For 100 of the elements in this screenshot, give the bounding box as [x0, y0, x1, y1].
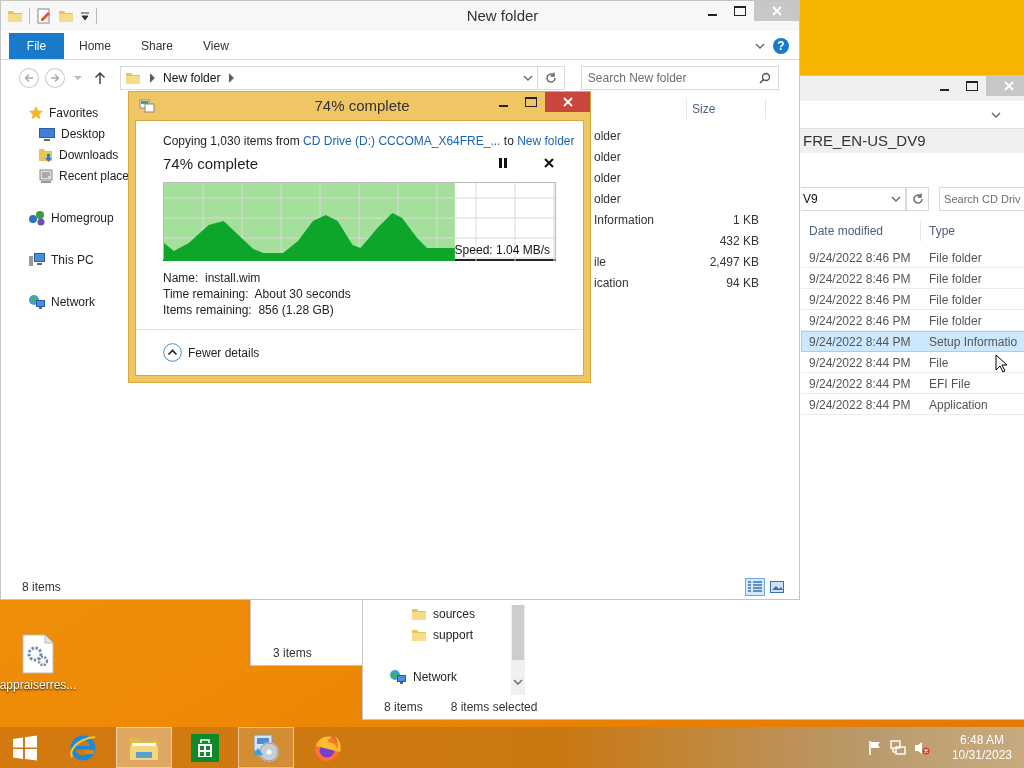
refresh-button[interactable] — [906, 187, 930, 211]
nav-item[interactable]: Desktop — [1, 123, 151, 144]
column-header[interactable]: Date modified — [801, 221, 921, 241]
folder-download-icon — [38, 146, 54, 163]
fewer-details-button[interactable]: Fewer details — [163, 343, 260, 362]
cancel-button[interactable] — [542, 156, 556, 170]
forward-button[interactable] — [44, 68, 65, 88]
table-cell-text: ile — [594, 254, 607, 269]
settings-file-icon[interactable] — [22, 634, 54, 674]
file-row[interactable]: 9/24/2022 8:44 PM Application — [801, 394, 1024, 415]
refresh-button[interactable] — [538, 66, 565, 90]
taskbar-button[interactable] — [116, 727, 172, 768]
nav-item[interactable]: Favorites — [1, 102, 151, 123]
back-button[interactable] — [19, 68, 39, 88]
dialog-title: 74% complete — [313, 96, 411, 116]
maximize-icon — [525, 97, 537, 107]
table-cell-text: 94 KB — [725, 275, 760, 290]
nav-item[interactable]: support — [363, 624, 511, 645]
source-link[interactable]: CD Drive (D:) CCCOMA_X64FRE_... — [303, 134, 501, 148]
table-cell-text: EFI File — [928, 376, 971, 391]
nav-item[interactable]: Downloads — [1, 144, 151, 165]
nav-item[interactable]: This PC — [1, 249, 151, 270]
table-cell-text: 432 KB — [718, 233, 760, 248]
refresh-icon — [545, 72, 558, 84]
arrow-left-icon — [23, 73, 34, 83]
table-cell-text: 9/24/2022 8:44 PM — [808, 376, 911, 391]
search-field[interactable]: Search New folder — [580, 66, 779, 90]
table-cell-text: 9/24/2022 8:46 PM — [808, 271, 911, 286]
speed-label: Speed: 1.04 MB/s — [454, 243, 550, 257]
table-cell-text: 9/24/2022 8:46 PM — [808, 292, 911, 307]
nav-item[interactable]: Recent place — [1, 165, 151, 186]
speaker-muted-icon[interactable] — [913, 739, 930, 756]
breadcrumb-item[interactable]: V9 — [803, 192, 818, 206]
table-cell-text: File — [928, 355, 949, 370]
file-row[interactable]: 9/24/2022 8:46 PM File folder — [801, 247, 1024, 268]
scrollbar[interactable] — [511, 605, 525, 695]
ribbon-tab[interactable]: File — [9, 33, 64, 59]
file-row[interactable]: 9/24/2022 8:46 PM File folder — [801, 268, 1024, 289]
file-row[interactable]: 9/24/2022 8:44 PM Setup Informatio — [801, 331, 1024, 352]
scroll-down-icon — [513, 677, 523, 687]
file-row[interactable]: 9/24/2022 8:46 PM File folder — [801, 289, 1024, 310]
flag-icon[interactable] — [867, 739, 882, 756]
window-title: New folder — [465, 6, 540, 26]
search-field[interactable]: Search CD Driv — [939, 187, 1024, 211]
search-icon — [759, 72, 771, 84]
windows-logo-icon — [12, 734, 38, 761]
minimize-icon — [498, 104, 508, 107]
minimize-icon — [939, 88, 949, 91]
destination-link[interactable]: New folder — [517, 134, 575, 148]
detail-text: Name: install.wim — [163, 271, 262, 286]
table-cell-text: 9/24/2022 8:44 PM — [808, 355, 911, 370]
table-cell-text: older — [594, 149, 622, 164]
folder-icon — [7, 8, 23, 24]
ribbon-tab[interactable]: View — [188, 33, 244, 59]
table-cell-text: 2,497 KB — [708, 254, 760, 269]
pause-button[interactable] — [496, 156, 510, 170]
refresh-icon — [911, 193, 924, 205]
ribbon-tab[interactable]: Share — [126, 33, 189, 59]
close-button[interactable] — [545, 92, 590, 112]
maximize-icon — [966, 81, 978, 91]
address-bar[interactable]: New folder — [120, 66, 539, 90]
folder-icon — [125, 70, 142, 86]
table-cell-text: 9/24/2022 8:46 PM — [808, 250, 911, 265]
column-header[interactable]: Size — [686, 99, 766, 119]
computer-icon — [28, 251, 46, 268]
view-button[interactable] — [767, 578, 787, 596]
column-header[interactable]: Type — [921, 221, 1024, 241]
close-icon — [544, 158, 554, 168]
nav-item[interactable]: Network — [1, 291, 151, 312]
table-cell-text: older — [594, 128, 622, 143]
table-cell-text: 1 KB — [732, 212, 760, 227]
address-bar[interactable]: V9 — [801, 187, 907, 211]
chevron-up-circle-icon — [163, 343, 182, 362]
nav-item[interactable]: sources — [363, 603, 511, 624]
nav-item[interactable]: Network — [363, 666, 511, 687]
taskbar-button[interactable] — [238, 727, 294, 768]
status-text: 8 items selected — [450, 700, 538, 714]
homegroup-icon — [28, 209, 46, 226]
monitor-icon — [38, 125, 56, 142]
table-cell-text: Setup Informatio — [928, 334, 1018, 349]
table-cell-text: Application — [928, 397, 988, 412]
dropdown-icon[interactable] — [80, 11, 90, 21]
network-icon — [389, 668, 407, 685]
ribbon-tab[interactable]: Home — [64, 33, 126, 59]
view-button[interactable] — [745, 578, 765, 596]
expand-ribbon-icon — [755, 41, 765, 51]
status-text: 3 items — [273, 646, 312, 660]
history-dropdown-icon — [891, 194, 902, 204]
file-row[interactable]: 9/24/2022 8:44 PM EFI File — [801, 373, 1024, 394]
wired-network-icon[interactable] — [889, 739, 906, 756]
table-cell-text: File folder — [928, 271, 982, 286]
nav-item[interactable]: Homegroup — [1, 207, 151, 228]
star-icon — [28, 104, 44, 121]
setup-disc-icon — [250, 732, 282, 763]
large-icons-view-icon — [770, 581, 784, 593]
table-cell-text: File folder — [928, 292, 982, 307]
breadcrumb-item[interactable]: New folder — [163, 71, 221, 85]
progress-heading: 74% complete — [163, 154, 260, 172]
help-button[interactable]: ? — [773, 38, 789, 54]
close-icon — [771, 6, 782, 16]
